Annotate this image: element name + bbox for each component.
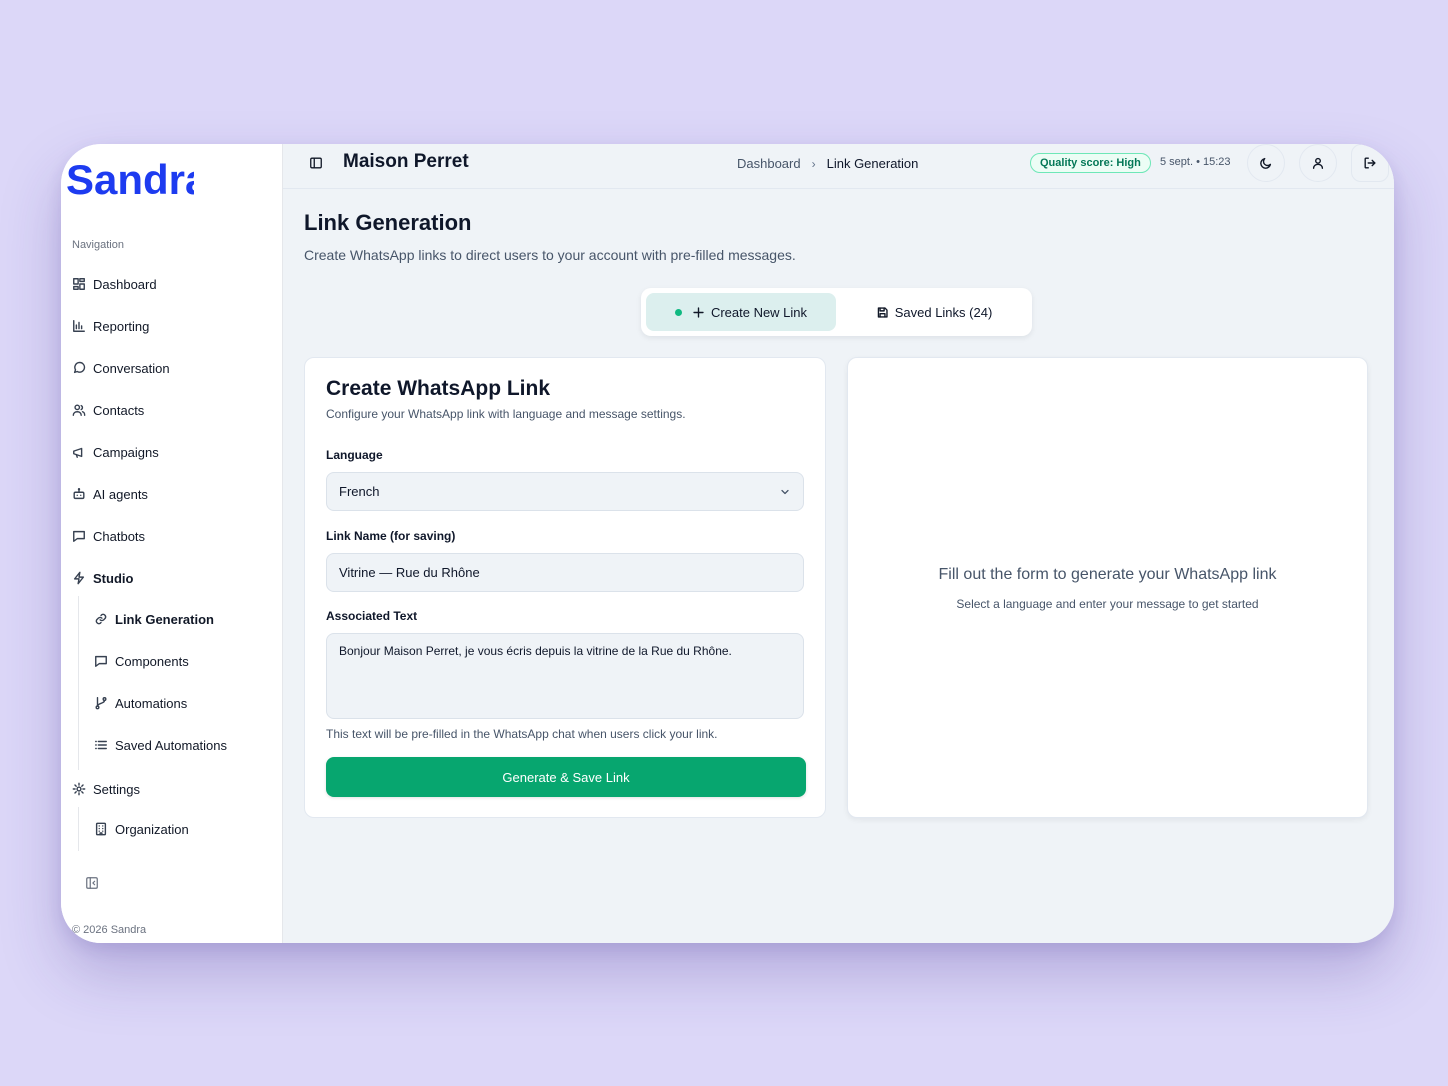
user-icon (1312, 157, 1324, 169)
form-title: Create WhatsApp Link (326, 377, 551, 400)
sidebar-item-label: Chatbots (93, 528, 146, 544)
save-icon (877, 306, 888, 318)
link-tabs: Create New Link Saved Links (24) (641, 288, 1032, 336)
sidebar-item-label: Dashboard (93, 276, 157, 292)
nav-heading: Navigation (72, 239, 124, 251)
sidebar-item-label: Campaigns (93, 444, 159, 460)
logout-icon (1364, 157, 1376, 169)
panel-toggle-icon[interactable] (309, 156, 323, 170)
sidebar: Sandra Navigation Dashboard Reporting Co… (61, 144, 283, 943)
sidebar-item-label: Contacts (93, 402, 145, 418)
sidebar-item-chatbots[interactable]: Chatbots (72, 525, 145, 547)
sidebar-item-organization[interactable]: Organization (94, 818, 189, 840)
breadcrumb: Dashboard › Link Generation (737, 156, 918, 171)
sidebar-item-components[interactable]: Components (94, 650, 189, 672)
sidebar-item-label: Settings (93, 781, 140, 797)
sidebar-item-label: Link Generation (115, 611, 214, 627)
generate-save-link-button[interactable]: Generate & Save Link (326, 757, 806, 797)
tab-label: Create New Link (710, 304, 808, 320)
datetime-label: 5 sept. • 15:23 (1160, 156, 1231, 168)
moon-icon (1260, 157, 1272, 169)
tab-label: Saved Links (24) (894, 304, 993, 320)
organization-name: Maison Perret (343, 151, 469, 172)
message-square-icon (73, 530, 85, 542)
sidebar-item-label: Organization (115, 821, 189, 837)
sidebar-item-label: Automations (115, 695, 188, 711)
sidebar-item-ai-agents[interactable]: AI agents (72, 483, 148, 505)
page-title: Link Generation (304, 210, 472, 235)
sandra-logo[interactable]: Sandra (64, 158, 194, 202)
link-name-input[interactable]: Vitrine — Rue du Rhône (326, 553, 804, 592)
link-icon (95, 613, 107, 625)
chat-bubble-icon (73, 361, 86, 374)
link-preview-panel: Fill out the form to generate your Whats… (847, 357, 1368, 818)
sidebar-item-label: Studio (93, 570, 134, 586)
megaphone-icon (73, 447, 83, 458)
sidebar-item-campaigns[interactable]: Campaigns (72, 441, 159, 463)
sidebar-item-saved-automations[interactable]: Saved Automations (94, 734, 227, 756)
preview-empty-subtitle: Select a language and enter your message… (956, 597, 1259, 611)
logout-button[interactable] (1351, 144, 1389, 182)
sidebar-item-label: Saved Automations (115, 737, 228, 753)
sidebar-item-label: Components (115, 653, 189, 669)
language-label: Language (326, 448, 383, 462)
sidebar-item-label: AI agents (93, 486, 148, 502)
active-dot (674, 308, 682, 316)
chevron-right-icon: › (811, 156, 816, 171)
sidebar-item-label: Reporting (93, 318, 150, 334)
language-value: French (339, 484, 380, 499)
theme-toggle-button[interactable] (1247, 144, 1285, 182)
quality-score-badge: Quality score: High (1030, 153, 1151, 173)
breadcrumb-current: Link Generation (826, 156, 919, 171)
building-icon (95, 822, 107, 836)
bar-chart-icon (73, 320, 85, 332)
associated-text-label: Associated Text (326, 609, 418, 623)
app-window: Sandra Navigation Dashboard Reporting Co… (61, 144, 1394, 943)
top-header: Maison Perret Dashboard › Link Generatio… (283, 144, 1394, 189)
robot-icon (73, 487, 85, 500)
sidebar-item-conversation[interactable]: Conversation (72, 357, 170, 379)
sidebar-item-dashboard[interactable]: Dashboard (72, 273, 157, 295)
sidebar-item-reporting[interactable]: Reporting (72, 315, 149, 337)
studio-submenu-line (78, 596, 79, 770)
gear-icon (72, 782, 86, 796)
chevron-down-icon (781, 489, 789, 494)
associated-text-hint: This text will be pre-filled in the What… (326, 727, 718, 741)
sidebar-item-label: Conversation (93, 360, 170, 376)
sidebar-item-automations[interactable]: Automations (94, 692, 187, 714)
tab-saved-links[interactable]: Saved Links (24) (841, 293, 1027, 331)
breadcrumb-dashboard[interactable]: Dashboard (737, 156, 801, 171)
zap-icon (73, 571, 85, 585)
message-square-icon (95, 655, 107, 667)
tab-create-new-link[interactable]: Create New Link (646, 293, 836, 331)
associated-text-textarea[interactable]: Bonjour Maison Perret, je vous écris dep… (326, 633, 804, 719)
link-name-label: Link Name (for saving) (326, 529, 456, 543)
copyright: © 2026 Sandra (72, 924, 147, 936)
git-branch-icon (95, 697, 107, 710)
collapse-sidebar-icon[interactable] (85, 876, 99, 890)
page-subtitle: Create WhatsApp links to direct users to… (304, 247, 796, 263)
profile-button[interactable] (1299, 144, 1337, 182)
plus-icon (693, 306, 704, 318)
form-subtitle: Configure your WhatsApp link with langua… (326, 407, 686, 421)
language-select[interactable]: French (326, 472, 804, 511)
create-link-form: Create WhatsApp Link Configure your What… (304, 357, 826, 818)
sidebar-item-settings[interactable]: Settings (72, 778, 140, 800)
settings-submenu-line (78, 807, 79, 851)
list-icon (95, 740, 107, 750)
sidebar-item-studio[interactable]: Studio (72, 567, 133, 589)
sidebar-item-link-generation[interactable]: Link Generation (94, 608, 214, 630)
svg-text:Sandra: Sandra (66, 158, 194, 202)
sidebar-item-contacts[interactable]: Contacts (72, 399, 144, 421)
grid-icon (73, 278, 85, 290)
users-icon (72, 404, 86, 416)
preview-empty-title: Fill out the form to generate your Whats… (938, 566, 1277, 583)
